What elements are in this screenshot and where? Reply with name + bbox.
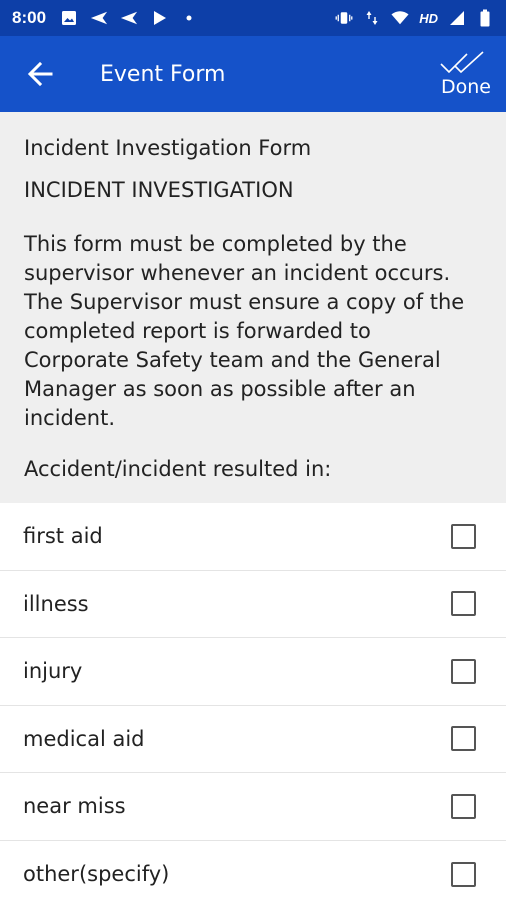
notification-icons	[60, 9, 198, 27]
hd-badge: HD	[419, 10, 438, 26]
option-label: first aid	[23, 524, 103, 549]
checkbox[interactable]	[451, 658, 476, 684]
signal-icon	[448, 9, 466, 27]
system-icons: HD	[335, 9, 494, 27]
option-injury[interactable]: injury	[0, 638, 506, 706]
image-icon	[60, 9, 78, 27]
battery-icon	[476, 9, 494, 27]
checkbox[interactable]	[451, 793, 476, 819]
option-label: near miss	[23, 794, 126, 819]
option-label: medical aid	[23, 726, 145, 751]
data-arrows-icon	[363, 9, 381, 27]
send-icon	[120, 9, 138, 27]
option-label: injury	[23, 659, 83, 684]
checkbox[interactable]	[451, 726, 476, 752]
page-title: Event Form	[100, 61, 226, 87]
done-button[interactable]: Done	[438, 44, 494, 104]
back-button[interactable]	[22, 56, 58, 92]
arrow-left-icon	[27, 61, 53, 87]
status-time: 8:00	[12, 8, 47, 27]
option-illness[interactable]: illness	[0, 571, 506, 638]
send-icon	[90, 9, 108, 27]
form-intro: Incident Investigation Form INCIDENT INV…	[0, 112, 506, 503]
vibrate-icon	[335, 9, 353, 27]
done-label: Done	[441, 76, 491, 98]
option-other[interactable]: other(specify)	[0, 841, 506, 900]
checkbox[interactable]	[451, 523, 476, 549]
question-label: Accident/incident resulted in:	[24, 457, 332, 481]
option-near-miss[interactable]: near miss	[0, 773, 506, 841]
double-check-icon	[440, 51, 484, 74]
option-first-aid[interactable]: first aid	[0, 503, 506, 571]
form-name: Incident Investigation Form	[24, 136, 312, 160]
form-heading: INCIDENT INVESTIGATION	[24, 178, 294, 202]
status-bar: 8:00 HD	[0, 0, 506, 36]
checkbox[interactable]	[451, 861, 476, 887]
option-list: first aid illness injury medical aid nea…	[0, 503, 506, 900]
option-medical-aid[interactable]: medical aid	[0, 706, 506, 773]
option-label: illness	[23, 591, 89, 616]
form-description: This form must be completed by the super…	[24, 232, 465, 430]
wifi-icon	[391, 9, 409, 27]
option-label: other(specify)	[23, 862, 170, 887]
app-bar: Event Form Done	[0, 36, 506, 112]
dot-icon	[180, 9, 198, 27]
checkbox[interactable]	[451, 591, 476, 617]
play-icon	[150, 9, 168, 27]
